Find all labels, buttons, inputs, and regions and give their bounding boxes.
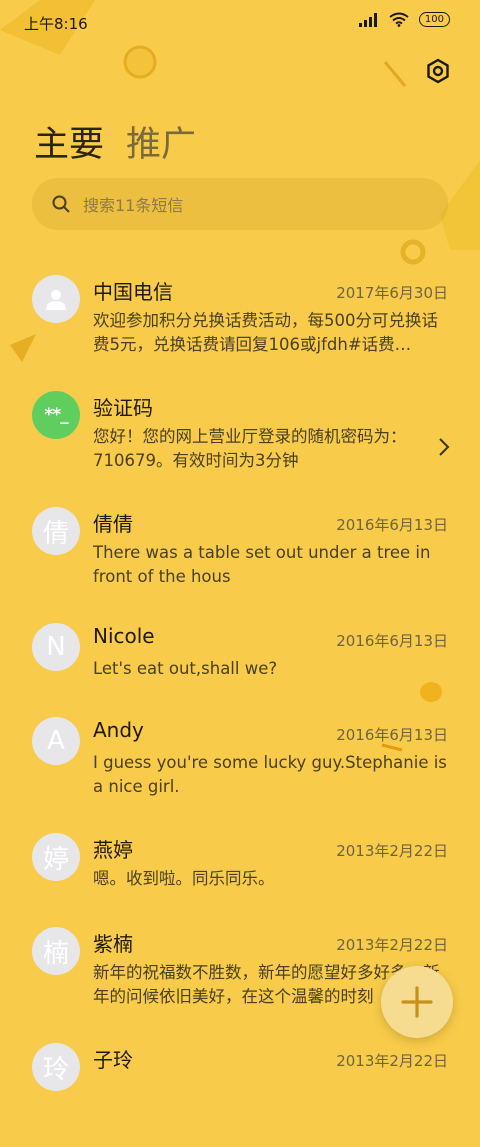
message-date: 2013年2月22日 (336, 936, 448, 954)
avatar: 婷 (32, 833, 80, 881)
avatar (32, 275, 80, 323)
message-date: 2016年6月13日 (336, 516, 448, 534)
message-item[interactable]: 倩 倩倩 2016年6月13日 There was a table set ou… (0, 495, 480, 611)
search-bar[interactable]: 搜索11条短信 (32, 178, 448, 230)
search-placeholder: 搜索11条短信 (83, 196, 184, 215)
message-item[interactable]: **_ 验证码 您好！您的网上营业厅登录的随机密码为：710679。有效时间为3… (0, 379, 480, 495)
new-message-button[interactable] (381, 966, 453, 1038)
avatar: N (32, 623, 80, 671)
message-item[interactable]: A Andy 2016年6月13日 I guess you're some lu… (0, 705, 480, 821)
message-date: 2016年6月13日 (336, 726, 448, 744)
message-preview: I guess you're some lucky guy.Stephanie … (93, 753, 447, 796)
message-preview: 嗯。收到啦。同乐同乐。 (93, 869, 275, 888)
tab-primary[interactable]: 主要 (34, 116, 104, 167)
signal-icon (358, 12, 377, 27)
sender-name: Nicole (93, 624, 155, 648)
plus-icon (401, 986, 433, 1018)
sender-name: 燕婷 (93, 838, 133, 862)
wifi-icon (389, 12, 409, 27)
avatar: 玲 (32, 1043, 80, 1091)
status-bar: 上午8:16 100 (0, 0, 480, 44)
sender-name: 紫楠 (93, 932, 133, 956)
sender-name: 倩倩 (93, 512, 133, 536)
tab-promotions[interactable]: 推广 (126, 116, 196, 167)
message-date: 2013年2月22日 (336, 842, 448, 860)
avatar: 倩 (32, 507, 80, 555)
person-icon (46, 290, 66, 310)
battery-indicator: 100 (418, 12, 450, 27)
avatar: A (32, 717, 80, 765)
search-icon (52, 195, 70, 213)
sender-name: 中国电信 (93, 280, 173, 304)
settings-button[interactable] (424, 57, 452, 85)
message-preview: There was a table set out under a tree i… (93, 543, 431, 586)
message-preview: 欢迎参加积分兑换话费活动，每500分可兑换话费5元，兑换话费请回复106或jfd… (93, 311, 438, 354)
message-date: 2016年6月13日 (336, 632, 448, 650)
avatar: **_ (32, 391, 80, 439)
message-date: 2013年2月22日 (336, 1052, 448, 1070)
tab-bar: 主要 推广 (34, 116, 196, 167)
avatar: 楠 (32, 927, 80, 975)
message-date: 2017年6月30日 (336, 284, 448, 302)
gear-icon (427, 58, 449, 84)
sender-name: Andy (93, 718, 144, 742)
sender-name: 验证码 (93, 396, 153, 420)
chevron-right-icon[interactable] (438, 437, 450, 457)
message-item[interactable]: 玲 子玲 2013年2月22日 (0, 1031, 480, 1147)
message-item[interactable]: 婷 燕婷 2013年2月22日 嗯。收到啦。同乐同乐。 (0, 821, 480, 915)
status-icons: 100 (358, 12, 450, 27)
status-time: 上午8:16 (24, 15, 88, 33)
message-item[interactable]: 中国电信 2017年6月30日 欢迎参加积分兑换话费活动，每500分可兑换话费5… (0, 263, 480, 379)
sender-name: 子玲 (93, 1048, 133, 1072)
message-preview: Let's eat out,shall we? (93, 659, 278, 678)
message-preview: 您好！您的网上营业厅登录的随机密码为：710679。有效时间为3分钟 (93, 427, 407, 470)
message-item[interactable]: N Nicole 2016年6月13日 Let's eat out,shall … (0, 611, 480, 705)
